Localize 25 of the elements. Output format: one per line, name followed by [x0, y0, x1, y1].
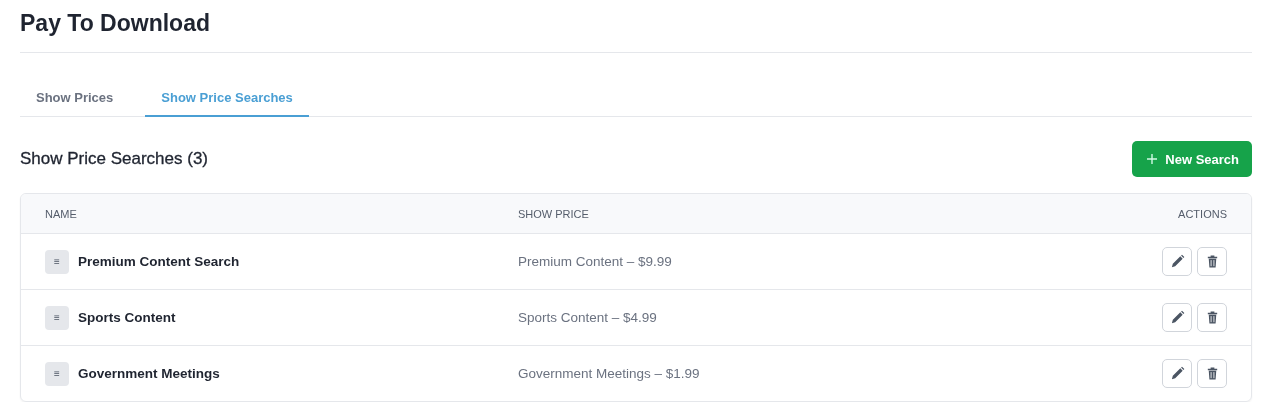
- edit-button[interactable]: [1162, 247, 1192, 276]
- show-price: Sports Content – $4.99: [518, 310, 658, 325]
- delete-button[interactable]: [1197, 247, 1227, 276]
- search-name: Government Meetings: [78, 366, 220, 381]
- delete-button[interactable]: [1197, 359, 1227, 388]
- tab[interactable]: Show Prices: [20, 77, 130, 117]
- search-name: Premium Content Search: [78, 254, 240, 269]
- show-price: Premium Content – $9.99: [518, 254, 673, 269]
- column-header: NAME: [45, 207, 78, 220]
- pencil-icon: [1169, 254, 1185, 269]
- pencil-icon: [1169, 310, 1185, 325]
- section-title: Show Price Searches (3): [20, 149, 209, 169]
- edit-button[interactable]: [1162, 303, 1192, 332]
- column-header: ACTIONS: [1177, 207, 1227, 220]
- search-name: Sports Content: [78, 310, 176, 325]
- drag-handle[interactable]: ≡: [45, 361, 69, 386]
- show-price: Government Meetings – $1.99: [518, 366, 701, 381]
- column-header: SHOW PRICE: [518, 207, 590, 220]
- edit-button[interactable]: [1162, 359, 1192, 388]
- delete-button[interactable]: [1197, 303, 1227, 332]
- page-title: Pay To Download: [20, 9, 211, 37]
- pencil-icon: [1169, 366, 1185, 381]
- plus-icon: [1146, 153, 1159, 165]
- drag-handle[interactable]: ≡: [45, 249, 69, 274]
- drag-handle[interactable]: ≡: [45, 305, 69, 330]
